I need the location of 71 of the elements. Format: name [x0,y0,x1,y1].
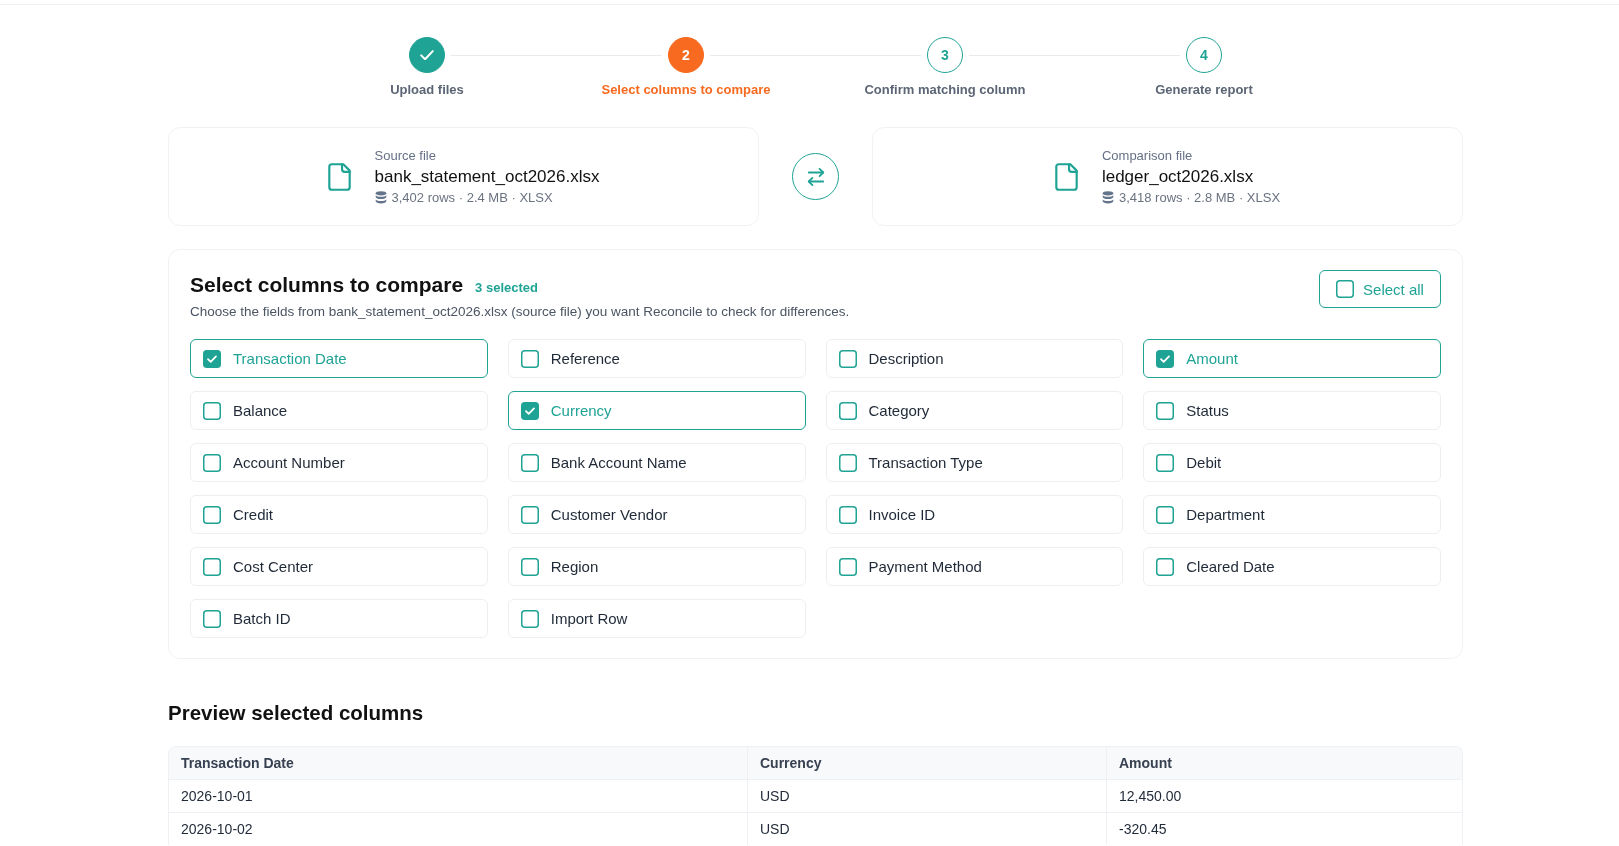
column-option[interactable]: Transaction Type [825,443,1124,482]
column-option[interactable]: Credit [190,495,488,534]
column-option[interactable]: Cleared Date [1143,547,1441,586]
column-option[interactable]: Batch ID [190,599,488,638]
column-option[interactable]: Status [1143,391,1441,430]
checkbox[interactable] [203,557,221,576]
file-name: ledger_oct2026.xlsx [1101,165,1254,188]
file-caption: Comparison file [1101,146,1193,165]
checkbox[interactable] [1156,557,1175,576]
section-description: Choose the fields from bank_statement_oct2026.xlsx (source file) you want Reconcile to check for differences. [190,303,850,321]
checkbox[interactable] [520,453,539,472]
column-option[interactable]: Invoice ID [825,495,1124,534]
checkbox[interactable] [203,453,221,472]
column-option[interactable]: Bank Account Name [507,443,806,482]
table-cell-text: 2026-10-02 [180,820,254,839]
column-option[interactable]: Description [825,339,1124,378]
step-label: Upload files [390,82,464,98]
checkbox[interactable] [520,505,539,524]
database-icon [1101,191,1114,204]
column-option[interactable]: Region [507,547,806,586]
file-name: bank_statement_oct2026.xlsx [374,165,600,188]
table-cell: -320.45 [1106,813,1462,845]
file-icon [1054,162,1078,191]
check-icon [420,50,434,60]
step-indicator: 3 [927,37,963,73]
checkbox[interactable] [1156,505,1175,524]
checkbox[interactable] [838,505,857,524]
checkbox[interactable] [1156,453,1175,472]
checkbox[interactable] [203,609,221,628]
checkbox[interactable] [1156,349,1175,368]
checkbox[interactable] [203,505,221,524]
step-label: Select columns to compare [601,82,771,98]
column-option[interactable]: Category [825,391,1124,430]
step-indicator: 2 [668,37,704,73]
column-option[interactable]: Cost Center [190,547,488,586]
file-meta: 3,418 rows · 2.8 MB · XLSX [1118,190,1281,205]
checkbox[interactable] [203,349,221,368]
checkbox[interactable] [838,557,857,576]
database-icon [374,191,387,204]
checkbox[interactable] [1156,401,1175,420]
column-option[interactable]: Debit [1143,443,1441,482]
checkbox[interactable] [520,609,539,628]
checkbox[interactable] [838,453,857,472]
checkbox[interactable] [838,349,857,368]
column-option[interactable]: Department [1143,495,1441,534]
checkbox[interactable] [520,401,539,420]
table-cell: USD [747,813,1106,845]
section-title: Select columns to compare [190,272,464,298]
checkbox[interactable] [520,349,539,368]
section-title: Preview selected columns [168,700,424,726]
checkbox[interactable] [838,401,857,420]
column-option[interactable]: Payment Method [825,547,1124,586]
step-label: Confirm matching column [864,82,1026,98]
file-meta: 3,402 rows · 2.4 MB · XLSX [391,190,553,205]
file-icon [327,162,351,191]
file-caption: Source file [374,146,436,165]
selected-count: 3 selected [475,280,538,295]
checkbox[interactable] [203,401,221,420]
swap-arrows-icon [806,167,825,186]
step-indicator: 4 [1186,37,1222,73]
column-option[interactable]: Customer Vendor [507,495,806,534]
swap-button[interactable] [792,153,839,200]
column-header: Transaction Date [180,754,295,773]
column-option[interactable]: Balance [190,391,488,430]
column-option[interactable]: Reference [507,339,806,378]
column-option[interactable]: Import Row [507,599,806,638]
table-cell-text: 2026-10-01 [180,787,254,806]
checkbox[interactable] [520,557,539,576]
column-option[interactable]: Account Number [190,443,488,482]
step-label: Generate report [1155,82,1253,98]
checkbox[interactable] [1336,280,1355,298]
